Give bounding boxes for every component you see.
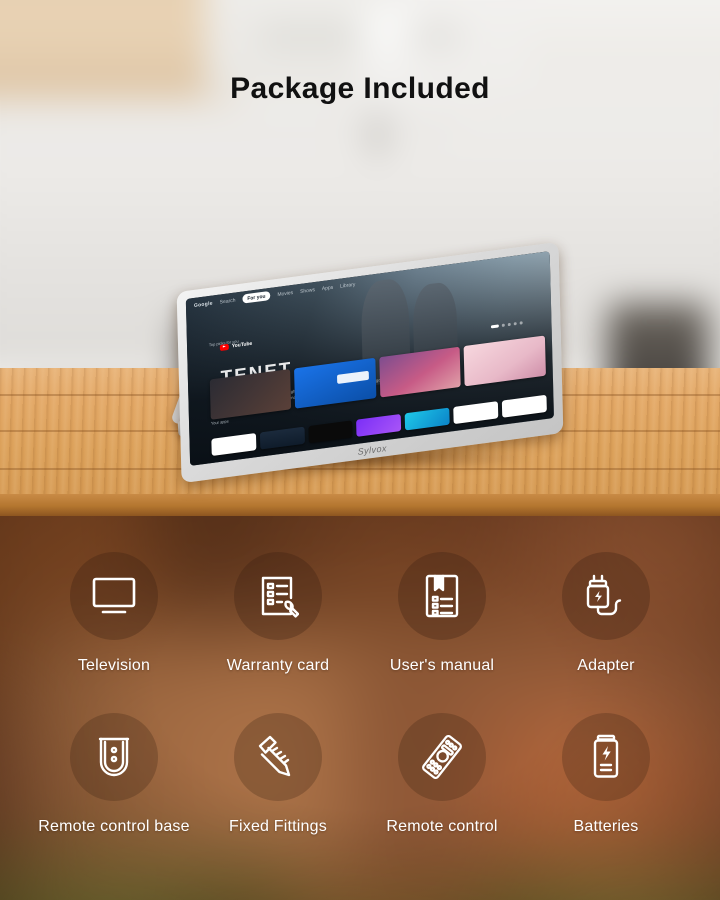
item-label: Adapter — [577, 657, 635, 674]
item-label: Batteries — [573, 818, 639, 835]
users-manual-icon — [425, 574, 459, 618]
package-item-batteries: Batteries — [524, 713, 688, 874]
nav-item-search[interactable]: Search — [220, 297, 236, 305]
package-item-television: Television — [32, 552, 196, 713]
package-item-users-manual: User's manual — [360, 552, 524, 713]
remote-control-base-icon — [98, 737, 130, 777]
adapter-icon — [586, 574, 622, 616]
kitchen-scene: Package Included Google Search For you M… — [0, 0, 720, 516]
item-label: Television — [77, 657, 151, 674]
package-item-warranty-card: Warranty card — [196, 552, 360, 713]
batteries-icon — [593, 734, 619, 778]
package-included-page: Package Included Google Search For you M… — [0, 0, 720, 900]
icon-circle — [562, 713, 650, 801]
nav-item-movies[interactable]: Movies — [277, 289, 293, 297]
item-label: Fixed Fittings — [229, 818, 327, 835]
television-icon — [92, 577, 136, 614]
nav-item-apps[interactable]: Apps — [322, 284, 333, 292]
nav-item-library[interactable]: Library — [340, 281, 355, 289]
package-item-remote-control: Remote control — [360, 713, 524, 874]
package-item-fixed-fittings: Fixed Fittings — [196, 713, 360, 874]
table-edge — [0, 494, 720, 516]
package-item-adapter: Adapter — [524, 552, 688, 713]
item-label: Warranty card — [226, 657, 330, 674]
icon-circle — [562, 552, 650, 640]
package-item-remote-control-base: Remote control base — [32, 713, 196, 874]
page-title: Package Included — [230, 72, 490, 105]
nav-item-shows[interactable]: Shows — [300, 287, 315, 295]
icon-circle — [234, 713, 322, 801]
icon-circle — [234, 552, 322, 640]
icon-circle — [70, 713, 158, 801]
icon-circle — [70, 552, 158, 640]
nav-google-logo[interactable]: Google — [194, 300, 213, 309]
portable-television: Google Search For you Movies Shows Apps … — [170, 241, 570, 484]
warranty-card-icon — [261, 576, 299, 618]
item-label: Remote control — [386, 818, 498, 835]
item-label: Remote control base — [38, 818, 190, 835]
remote-control-icon — [422, 735, 462, 779]
icon-circle — [398, 713, 486, 801]
item-label: User's manual — [389, 657, 495, 674]
package-contents-panel: Television Warranty card User's manual A… — [0, 516, 720, 900]
package-items-grid: Television Warranty card User's manual A… — [0, 516, 720, 900]
fixed-fittings-icon — [258, 735, 291, 777]
icon-circle — [398, 552, 486, 640]
brand-logo: Sylvox — [357, 443, 388, 457]
